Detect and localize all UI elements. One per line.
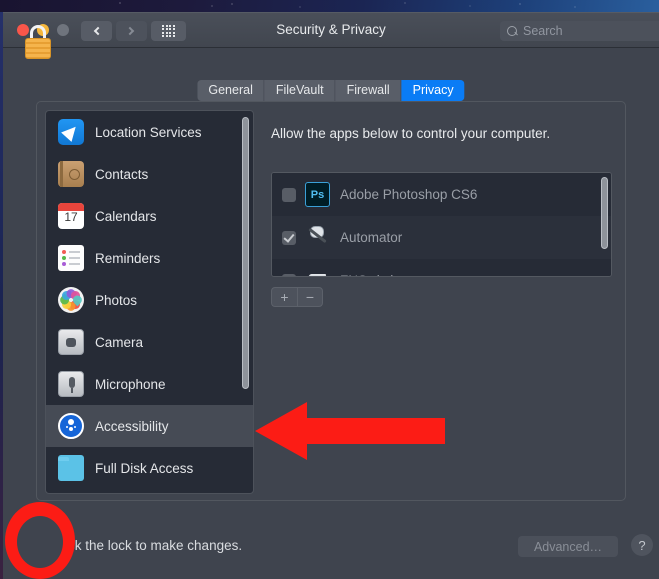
pane-description: Allow the apps below to control your com…: [271, 126, 551, 141]
app-list-scrollbar[interactable]: [600, 176, 609, 275]
lock-hint-text: lick the lock to make changes.: [62, 538, 243, 553]
tab-filevault[interactable]: FileVault: [264, 80, 336, 101]
sidebar-item-reminders[interactable]: Reminders: [46, 237, 253, 279]
sidebar-item-accessibility[interactable]: Accessibility: [46, 405, 253, 447]
add-app-button[interactable]: +: [271, 287, 297, 307]
allowed-apps-list[interactable]: Ps Adobe Photoshop CS6 Automator FNSwitc…: [271, 172, 612, 277]
app-name: FNSwitch: [340, 273, 398, 276]
automator-icon: [305, 225, 330, 250]
tab-privacy[interactable]: Privacy: [401, 80, 465, 101]
reminders-icon: [58, 245, 84, 271]
tab-segmented-control: General FileVault Firewall Privacy: [197, 80, 465, 101]
privacy-category-list[interactable]: Location Services Contacts 17 Calendars: [45, 110, 254, 494]
remove-app-button[interactable]: −: [297, 287, 323, 307]
search-field[interactable]: Search: [500, 21, 659, 41]
advanced-button[interactable]: Advanced…: [518, 536, 618, 557]
sidebar-item-label: Contacts: [95, 166, 149, 182]
sidebar-item-calendars[interactable]: 17 Calendars: [46, 195, 253, 237]
app-checkbox[interactable]: [282, 187, 296, 202]
sidebar-item-photos[interactable]: Photos: [46, 279, 253, 321]
sidebar-item-full-disk-access[interactable]: Full Disk Access: [46, 447, 253, 489]
contacts-icon: [58, 161, 84, 187]
app-checkbox[interactable]: [282, 273, 296, 276]
sidebar-item-label: Accessibility: [95, 418, 169, 434]
calendar-day-number: 17: [64, 210, 78, 224]
app-name: Automator: [340, 230, 403, 245]
lock-body: [25, 38, 51, 59]
sidebar-item-label: Photos: [95, 292, 138, 308]
screen: Security & Privacy Search General FileVa…: [0, 0, 659, 579]
titlebar: Security & Privacy Search: [3, 13, 659, 48]
app-checkbox[interactable]: [282, 230, 296, 245]
photos-icon: [58, 287, 84, 313]
app-list-scrollbar-thumb[interactable]: [601, 177, 608, 249]
sidebar-item-location-services[interactable]: Location Services: [46, 111, 253, 153]
app-row-automator[interactable]: Automator: [272, 216, 611, 259]
microphone-icon: [58, 371, 84, 397]
calendars-icon: 17: [58, 203, 84, 229]
folder-icon: [58, 455, 84, 481]
tab-bar: General FileVault Firewall Privacy: [3, 49, 659, 101]
security-privacy-window: Security & Privacy Search General FileVa…: [3, 12, 659, 579]
privacy-panel: Location Services Contacts 17 Calendars: [36, 101, 626, 501]
sidebar-item-label: Full Disk Access: [95, 460, 194, 476]
search-placeholder: Search: [523, 24, 563, 38]
sidebar-scrollbar[interactable]: [241, 115, 250, 491]
desktop-wallpaper: [0, 0, 659, 12]
sidebar-item-label: Camera: [95, 334, 144, 350]
app-row-fnswitch[interactable]: FNSwitch: [272, 259, 611, 276]
tab-general[interactable]: General: [197, 80, 265, 101]
camera-icon: [58, 329, 84, 355]
app-name: Adobe Photoshop CS6: [340, 187, 478, 202]
sidebar-item-contacts[interactable]: Contacts: [46, 153, 253, 195]
accessibility-pane: Allow the apps below to control your com…: [263, 110, 617, 494]
location-services-icon: [58, 119, 84, 145]
sidebar-scrollbar-thumb[interactable]: [242, 117, 249, 389]
search-icon: [507, 25, 518, 37]
sidebar-item-label: Reminders: [95, 250, 161, 266]
help-button[interactable]: ?: [631, 534, 653, 556]
accessibility-icon: [58, 413, 84, 439]
sidebar-item-microphone[interactable]: Microphone: [46, 363, 253, 405]
sidebar-item-label: Microphone: [95, 376, 166, 392]
add-remove-buttons: + −: [271, 287, 323, 307]
sidebar-item-label: Location Services: [95, 124, 202, 140]
photoshop-icon: Ps: [305, 182, 330, 207]
sidebar-item-label: Calendars: [95, 208, 157, 224]
app-row-adobe-photoshop-cs6[interactable]: Ps Adobe Photoshop CS6: [272, 173, 611, 216]
tab-firewall[interactable]: Firewall: [335, 80, 402, 101]
fnswitch-icon: [305, 268, 330, 276]
sidebar-item-camera[interactable]: Camera: [46, 321, 253, 363]
lock-button[interactable]: [23, 25, 53, 59]
